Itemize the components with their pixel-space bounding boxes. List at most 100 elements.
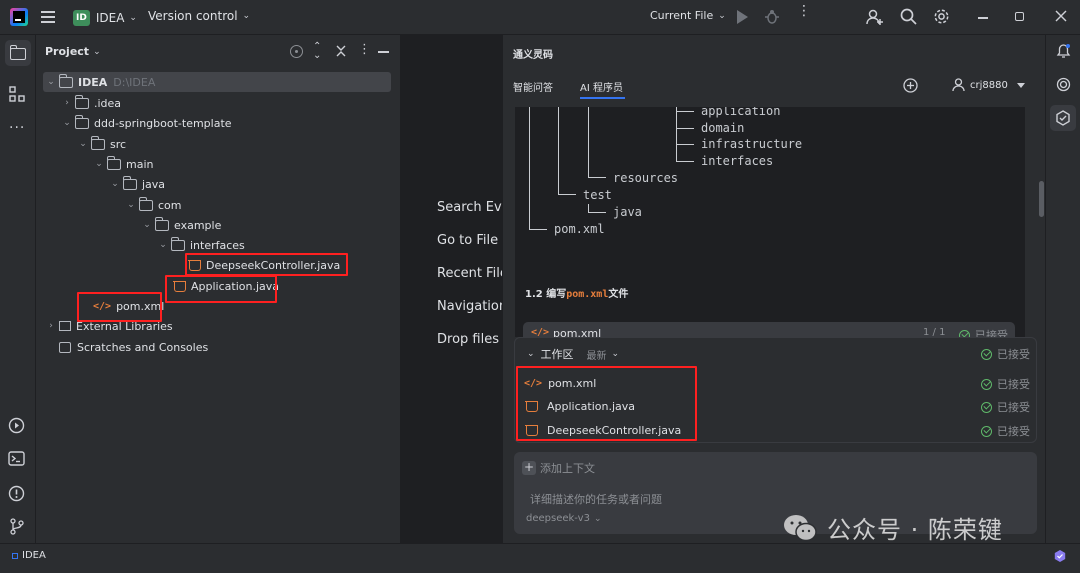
chevron-down-icon: ⌄ (242, 11, 251, 21)
options-icon[interactable]: ⋮ (358, 42, 371, 57)
tree-item-com[interactable]: ⌄ com (125, 195, 182, 215)
project-badge: ID (73, 10, 90, 26)
settings-gear-icon[interactable] (933, 8, 950, 25)
code-line-resources: resources (613, 171, 679, 185)
file-card-name: pom.xml (553, 327, 602, 337)
hint-navigation-bar: Navigation (437, 299, 502, 314)
debug-icon[interactable] (765, 9, 779, 24)
tree-label: com (158, 198, 182, 212)
tree-item-interfaces[interactable]: ⌄ interfaces (157, 235, 245, 255)
services-icon[interactable] (8, 417, 25, 434)
terminal-icon[interactable] (8, 451, 25, 466)
project-panel-header[interactable]: Project ⌄ (45, 45, 101, 58)
tree-item-main[interactable]: ⌄ main (93, 154, 153, 174)
annotation-box-deepseek (185, 253, 348, 276)
file-change-card[interactable]: </> pom.xml 1 / 1 已接受 (523, 322, 1015, 337)
project-tool-button[interactable] (5, 40, 31, 66)
ai-status-icon[interactable] (1053, 549, 1067, 563)
folder-icon (139, 196, 153, 211)
more-tools-icon[interactable]: ··· (9, 120, 25, 136)
app-logo-icon (10, 8, 28, 26)
project-name: IDEA (95, 11, 125, 25)
tongyi-lingma-tool-button[interactable] (1050, 105, 1076, 131)
tree-item-idea-dir[interactable]: › .idea (61, 93, 121, 113)
search-icon[interactable] (900, 8, 917, 25)
hint-drop-files: Drop files (437, 332, 499, 347)
add-context-button[interactable]: + 添加上下文 (522, 460, 595, 476)
git-branch-icon[interactable] (9, 518, 25, 535)
code-line-infrastructure: infrastructure (701, 137, 803, 151)
code-line-domain: domain (701, 121, 745, 135)
chevron-right-icon: › (49, 321, 53, 331)
hint-recent-files: Recent File (437, 266, 502, 281)
workspace-file-status: 已接受 (981, 399, 1030, 415)
code-line-test: test (583, 188, 612, 202)
tree-item-src[interactable]: ⌄ src (77, 134, 126, 154)
check-circle-icon (981, 425, 992, 437)
folder-icon (59, 73, 73, 88)
locate-file-icon[interactable] (290, 45, 303, 58)
status-project-widget[interactable]: IDEA (12, 550, 46, 561)
project-square-icon (12, 552, 18, 559)
run-config-label: Current File (650, 9, 714, 22)
chat-area: application domain infrastructure interf… (503, 107, 1045, 337)
expand-all-icon[interactable]: ⌃ ⌄ (313, 42, 321, 61)
chevron-right-icon: › (65, 98, 69, 108)
status-project-name: IDEA (22, 550, 46, 561)
notifications-bell-icon[interactable] (1056, 43, 1071, 59)
check-circle-icon (981, 401, 992, 413)
code-line-interfaces: interfaces (701, 154, 774, 168)
xml-file-icon: </> (531, 327, 550, 337)
code-line-pom: pom.xml (554, 222, 605, 236)
active-tab-underline (580, 97, 625, 99)
hide-panel-icon[interactable] (378, 51, 389, 53)
tree-item-ddd-springboot-template[interactable]: ⌄ ddd-springboot-template (61, 113, 232, 133)
tree-item-scratches[interactable]: Scratches and Consoles (59, 337, 208, 357)
user-menu[interactable]: crj8880 (952, 78, 1025, 92)
watermark-text: 公众号 · 陈荣键 (827, 516, 1003, 543)
tree-root-idea[interactable]: ⌄ IDEA D:\IDEA (45, 72, 155, 92)
workspace-header[interactable]: ⌄ 工作区 最新 ⌄ (527, 346, 619, 362)
collapse-all-icon[interactable] (335, 44, 347, 58)
vcs-widget[interactable]: Version control ⌄ (148, 9, 250, 23)
chevron-down-icon: ⌄ (143, 220, 151, 230)
chevron-down-icon: ⌄ (111, 179, 119, 189)
tree-label: .idea (94, 96, 122, 110)
tree-label: java (142, 177, 166, 191)
tree-item-example[interactable]: ⌄ example (141, 215, 221, 235)
add-user-icon[interactable] (866, 8, 884, 26)
run-config-selector[interactable]: Current File ⌄ (650, 9, 726, 22)
watermark: 公众号 · 陈荣键 (783, 510, 1003, 543)
chevron-down-icon: ⌄ (63, 118, 71, 128)
ai-assistant-panel: 通义灵码 智能问答 AI 程序员 crj8880 application dom… (502, 35, 1045, 543)
chat-input-placeholder[interactable]: 详细描述你的任务或者问题 (530, 491, 662, 507)
project-panel: Project ⌄ ⌃ ⌄ ⋮ ⌄ IDEA D:\IDEA › .idea ⌄ … (36, 35, 401, 543)
close-icon[interactable] (1054, 9, 1068, 23)
more-actions-icon[interactable]: ⋮ (797, 4, 811, 18)
model-selector[interactable]: deepseek-v3 ⌄ (526, 513, 601, 524)
tree-label: main (126, 157, 154, 171)
project-switcher[interactable]: ID IDEA ⌄ (73, 7, 137, 29)
project-panel-title: Project (45, 45, 90, 58)
code-scrollbar[interactable] (1039, 181, 1044, 217)
tab-ai-programmer[interactable]: AI 程序员 (580, 79, 623, 94)
code-tree-block: application domain infrastructure interf… (515, 107, 1025, 337)
new-chat-plus-icon[interactable] (903, 78, 918, 93)
check-circle-icon (981, 378, 992, 390)
code-line-java: java (613, 205, 642, 219)
structure-icon[interactable] (9, 86, 25, 102)
ai-swirl-icon[interactable] (1056, 77, 1071, 92)
minimize-icon[interactable] (978, 17, 988, 19)
folder-icon (75, 94, 89, 109)
tree-item-java[interactable]: ⌄ java (109, 174, 165, 194)
workspace-status: 已接受 (981, 346, 1030, 362)
workspace-sort[interactable]: 最新 (587, 347, 607, 362)
tab-smart-qa[interactable]: 智能问答 (513, 79, 553, 94)
main-menu-icon[interactable] (40, 9, 56, 25)
chevron-down-icon: ⌄ (47, 77, 55, 87)
folder-icon (123, 175, 137, 190)
check-circle-icon (959, 329, 970, 337)
run-icon[interactable] (737, 10, 748, 24)
restore-icon[interactable] (1015, 12, 1024, 21)
problems-icon[interactable] (8, 485, 25, 502)
